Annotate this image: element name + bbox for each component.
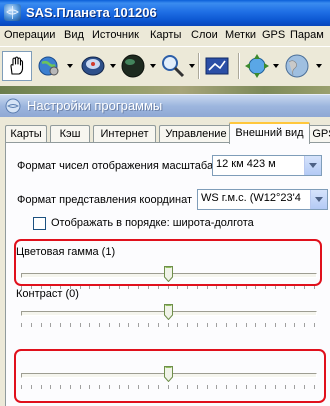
globe-settings-button[interactable] [34,51,64,81]
slider-tick [168,323,169,327]
contrast-tick-marks [21,323,315,327]
route-button[interactable] [202,51,232,81]
slider-tick [255,323,256,327]
globe-icon [285,54,309,78]
dark-sphere-icon [121,54,145,78]
red-highlight-box [14,239,322,286]
tab-gps[interactable]: GPS [308,125,330,142]
slider-tick [294,323,295,327]
contrast-slider-thumb[interactable] [163,304,173,321]
slider-tick [21,323,22,327]
sphere-button[interactable] [118,51,148,81]
tab-control[interactable]: Управление [159,125,233,142]
slider-tick [138,323,139,327]
map-source-button[interactable] [78,51,108,81]
menu-layers[interactable]: Слои [191,29,218,41]
window-title: SAS.Планета 101206 [26,5,157,20]
slider-tick [197,323,198,327]
dropdown-arrow-icon[interactable] [273,64,279,68]
tab-appearance[interactable]: Внешний вид [229,122,310,144]
slider-tick [31,323,32,327]
slider-tick [177,323,178,327]
hand-icon [10,56,24,75]
scale-format-value: 12 км 423 м [216,158,276,170]
hand-tool-button[interactable] [2,51,32,81]
menu-source[interactable]: Источник [92,29,139,41]
scale-format-label: Формат чисел отображения масштаба [17,160,214,172]
coord-format-select[interactable]: WS г.м.с. (W12°23'4 [197,189,328,210]
dropdown-arrow-icon[interactable] [110,64,116,68]
slider-tick [265,323,266,327]
slider-tick [246,323,247,327]
settings-dialog: Настройки программы Карты Кэш Интернет У… [0,94,330,406]
chevron-down-icon[interactable] [304,156,321,175]
dialog-title-bar: Настройки программы [0,94,330,117]
toolbar [0,46,330,89]
slider-tick [148,323,149,327]
chevron-down-icon[interactable] [310,190,327,209]
slider-tick [216,323,217,327]
latlon-order-label: Отображать в порядке: широта-долгота [51,217,254,229]
slider-tick [89,323,90,327]
search-icon [162,55,185,78]
dropdown-arrow-icon[interactable] [189,64,195,68]
coord-format-label: Формат представления координат [17,194,192,206]
toolbar-separator [198,53,200,79]
slider-tick [60,323,61,327]
toolbar-separator [238,53,240,79]
menu-bar: Операции Вид Источник Карты Слои Метки G… [0,26,330,46]
route-line-icon [205,57,229,75]
main-window-title-bar: SAS.Планета 101206 [0,0,330,26]
menu-maps[interactable]: Карты [150,29,181,41]
globe-button[interactable] [282,51,312,81]
slider-tick [304,323,305,327]
search-button[interactable] [158,51,188,81]
slider-tick [314,323,315,327]
slider-tick [99,323,100,327]
slider-tick [187,323,188,327]
menu-view[interactable]: Вид [64,29,84,41]
slider-tick [285,323,286,327]
dropdown-arrow-icon[interactable] [67,64,73,68]
dropdown-arrow-icon[interactable] [316,64,322,68]
tab-internet[interactable]: Интернет [93,125,156,142]
tab-maps[interactable]: Карты [5,125,47,142]
compass-arrows-icon [245,54,269,78]
map-layers-icon [81,56,105,76]
slider-tick [70,323,71,327]
red-highlight-box [14,349,326,403]
dialog-title: Настройки программы [27,98,163,113]
menu-operations[interactable]: Операции [4,29,55,41]
slider-tick [41,323,42,327]
slider-tick [80,323,81,327]
slider-tick [207,323,208,327]
coord-format-value: WS г.м.с. (W12°23'4 [201,192,301,204]
slider-tick [275,323,276,327]
menu-gps[interactable]: GPS [262,29,285,41]
latlon-order-checkbox[interactable] [33,217,46,230]
globe-gear-icon [38,56,59,76]
slider-tick [236,323,237,327]
scale-format-select[interactable]: 12 км 423 м [212,155,322,176]
slider-tick [128,323,129,327]
slider-tick [119,323,120,327]
contrast-label: Контраст (0) [16,288,79,300]
slider-tick [226,323,227,327]
appearance-panel: Формат чисел отображения масштаба 12 км … [5,142,330,406]
menu-params[interactable]: Парам [290,29,324,41]
navigation-button[interactable] [242,51,272,81]
settings-dialog-icon [5,98,21,114]
menu-marks[interactable]: Метки [225,29,256,41]
slider-tick [50,323,51,327]
dropdown-arrow-icon[interactable] [150,64,156,68]
globe-app-icon [4,4,21,21]
slider-tick [158,323,159,327]
tab-cache[interactable]: Кэш [50,125,90,142]
tab-bar: Карты Кэш Интернет Управление Внешний ви… [5,122,330,144]
slider-tick [109,323,110,327]
